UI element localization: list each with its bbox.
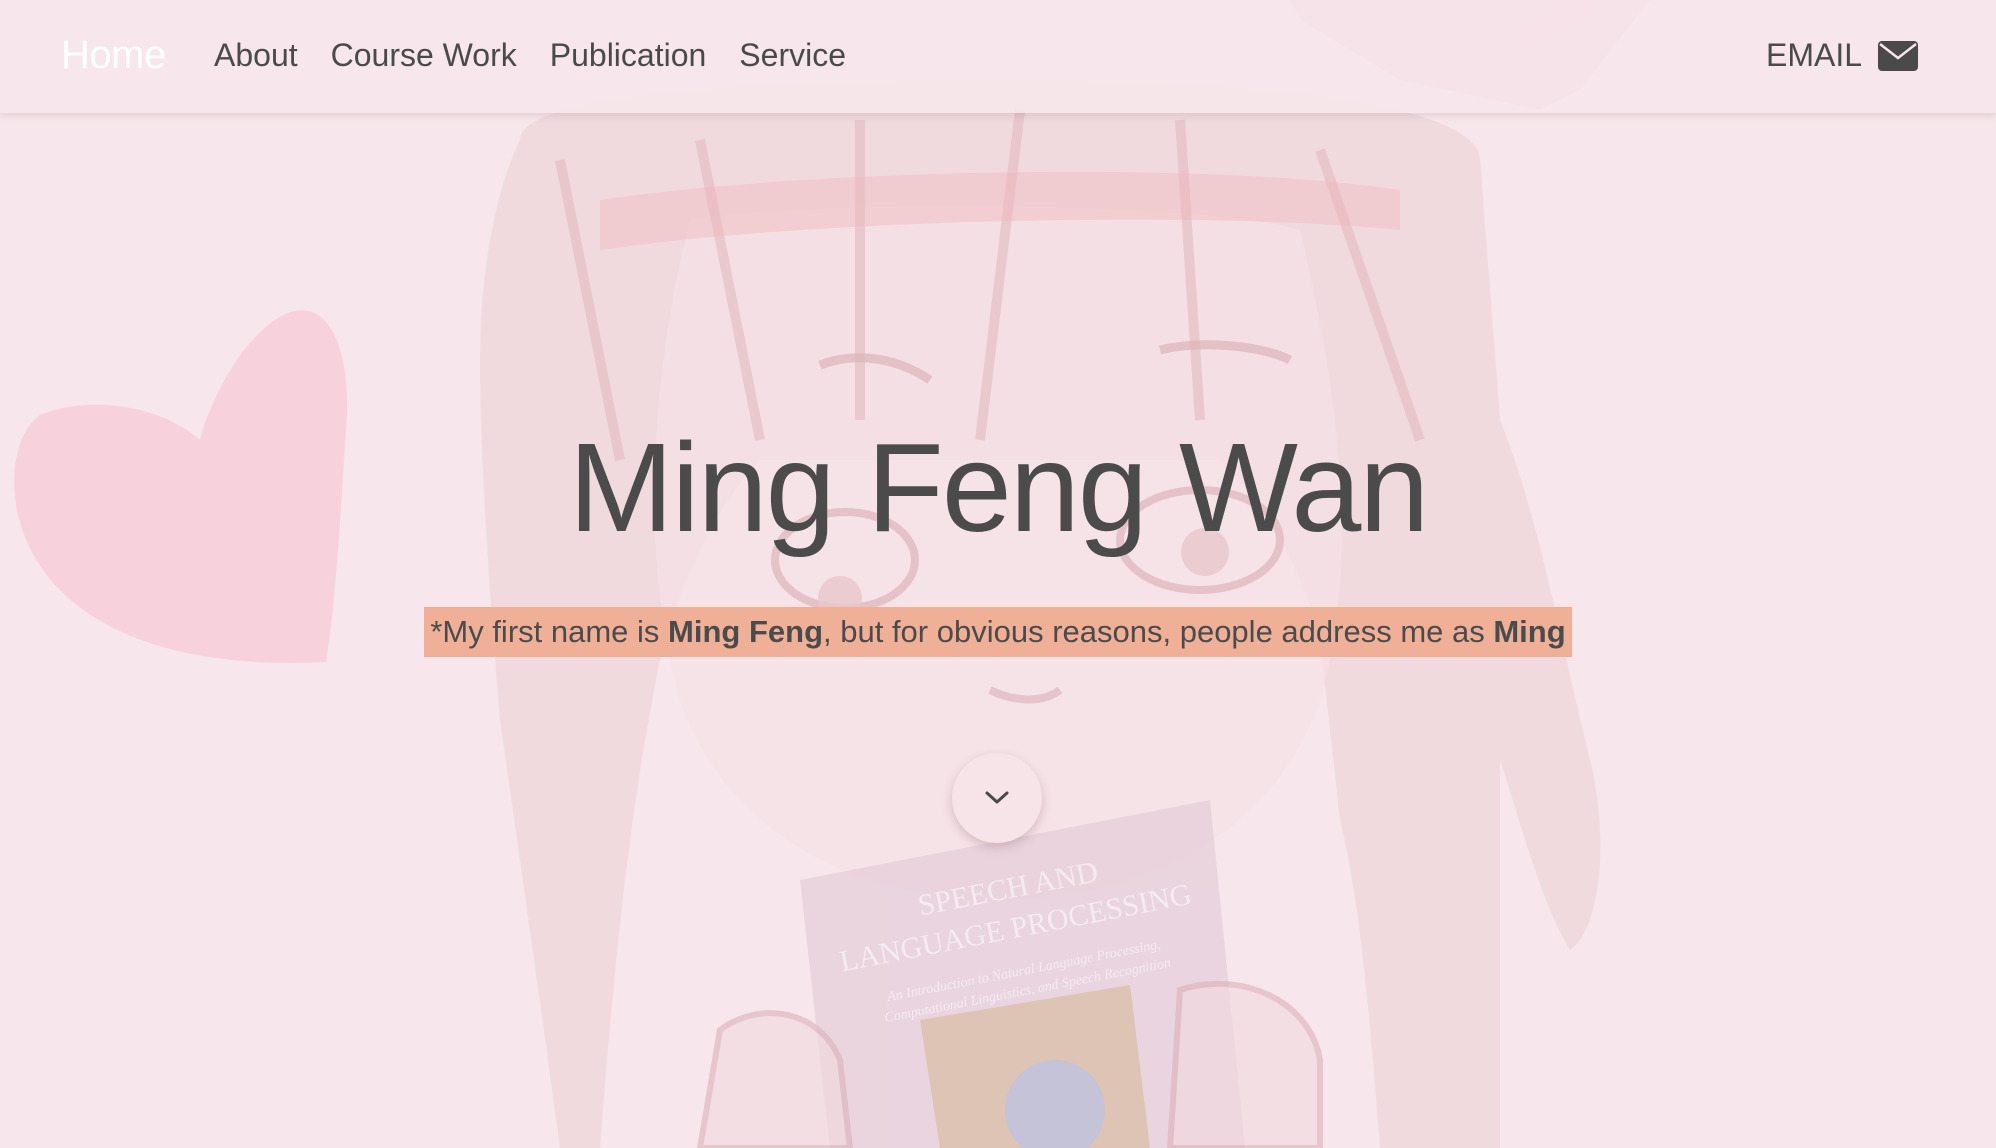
nav-brand-home[interactable]: Home bbox=[61, 33, 166, 78]
nav-link-about[interactable]: About bbox=[214, 37, 298, 74]
chevron-down-icon bbox=[985, 791, 1009, 804]
email-link[interactable]: EMAIL bbox=[1766, 37, 1918, 74]
nav-link-course-work[interactable]: Course Work bbox=[331, 37, 517, 74]
name-note: *My first name is Ming Feng, but for obv… bbox=[424, 607, 1572, 657]
navbar: Home About Course Work Publication Servi… bbox=[0, 0, 1996, 113]
email-label: EMAIL bbox=[1765, 37, 1862, 73]
nav-link-publication[interactable]: Publication bbox=[550, 37, 707, 74]
background-illustration: SPEECH AND LANGUAGE PROCESSING An Introd… bbox=[14, 0, 1650, 1148]
nav-links: About Course Work Publication Service bbox=[214, 37, 846, 74]
name-note-full-name: Ming Feng bbox=[668, 614, 824, 649]
subtitle-wrapper: *My first name is Ming Feng, but for obv… bbox=[0, 607, 1996, 657]
envelope-icon bbox=[1878, 40, 1918, 71]
nav-link-service[interactable]: Service bbox=[739, 37, 846, 74]
name-note-middle: , but for obvious reasons, people addres… bbox=[823, 614, 1494, 649]
name-note-short-name: Ming bbox=[1493, 614, 1566, 649]
scroll-down-button[interactable] bbox=[952, 753, 1042, 843]
hero-title: Ming Feng Wan bbox=[568, 417, 1430, 558]
page: SPEECH AND LANGUAGE PROCESSING An Introd… bbox=[0, 0, 1996, 1148]
name-note-prefix: *My first name is bbox=[430, 614, 669, 649]
